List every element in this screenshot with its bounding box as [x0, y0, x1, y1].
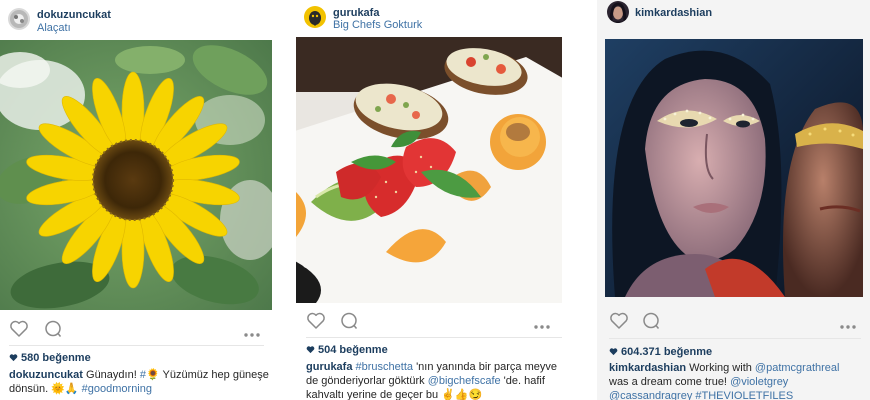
caption-text: was a dream come true! — [609, 376, 731, 388]
heart-icon[interactable] — [306, 311, 326, 331]
post-card: dokuzuncukat Alaçatı 580 beğenme dokuzun… — [0, 0, 280, 400]
divider — [306, 337, 562, 338]
heart-icon — [306, 346, 315, 354]
like-count[interactable]: 604.371 beğenme — [609, 346, 712, 358]
like-count-label: 580 beğenme — [21, 352, 91, 364]
post-location[interactable]: Big Chefs Gokturk — [333, 19, 422, 31]
post-card: gurukafa Big Chefs Gokturk CHEFS 504 beğ… — [290, 0, 570, 400]
post-location[interactable]: Alaçatı — [37, 22, 71, 34]
post-username[interactable]: dokuzuncukat — [37, 9, 111, 21]
post-caption: dokuzuncukat Günaydın! #🌻 Yüzümüz hep gü… — [9, 368, 271, 396]
caption-mention[interactable]: cassandragrey — [620, 390, 692, 400]
caption-text: @ — [609, 390, 621, 400]
avatar[interactable] — [8, 8, 30, 30]
post-actions — [9, 319, 264, 341]
avatar[interactable] — [607, 1, 629, 23]
caption-mention[interactable]: @patmcgrathreal — [755, 362, 840, 374]
more-icon[interactable] — [243, 325, 261, 337]
caption-hashtag[interactable]: #goodmorning — [82, 383, 152, 395]
caption-hashtag[interactable]: #THEVIOLETFILES — [695, 390, 793, 400]
comment-icon[interactable] — [641, 311, 661, 331]
post-actions — [609, 311, 859, 333]
heart-icon — [609, 348, 618, 356]
post-photo[interactable] — [0, 40, 272, 310]
avatar[interactable] — [304, 6, 326, 28]
divider — [9, 345, 264, 346]
like-count[interactable]: 504 beğenme — [306, 344, 388, 356]
comment-icon[interactable] — [43, 319, 63, 339]
more-icon[interactable] — [839, 317, 857, 329]
post-photo[interactable] — [605, 39, 863, 297]
like-count-label: 604.371 beğenme — [621, 346, 713, 358]
post-actions — [306, 311, 562, 333]
comment-icon[interactable] — [339, 311, 359, 331]
caption-text: Working with — [686, 362, 755, 374]
more-icon[interactable] — [533, 317, 551, 329]
caption-username[interactable]: gurukafa — [306, 361, 352, 373]
caption-hashtag[interactable]: #bruschetta — [352, 361, 414, 373]
post-photo[interactable]: CHEFS — [296, 37, 562, 303]
heart-icon[interactable] — [609, 311, 629, 331]
post-username[interactable]: gurukafa — [333, 7, 379, 19]
post-username[interactable]: kimkardashian — [635, 7, 712, 19]
post-caption: kimkardashian Working with @patmcgrathre… — [609, 361, 861, 400]
caption-username[interactable]: dokuzuncukat — [9, 369, 83, 381]
heart-icon[interactable] — [9, 319, 29, 339]
like-count-label: 504 beğenme — [318, 344, 388, 356]
post-caption: gurukafa #bruschetta 'nın yanında bir pa… — [306, 360, 558, 400]
caption-mention[interactable]: @bigchefscafe — [428, 375, 501, 387]
caption-mention[interactable]: @violetgrey — [730, 376, 788, 388]
divider — [609, 338, 861, 339]
caption-username[interactable]: kimkardashian — [609, 362, 686, 374]
caption-text: Günaydın! — [82, 369, 140, 381]
like-count[interactable]: 580 beğenme — [9, 352, 91, 364]
heart-icon — [9, 354, 18, 362]
post-card: kimkardashian 604.371 beğenme kimkardash… — [597, 0, 870, 400]
